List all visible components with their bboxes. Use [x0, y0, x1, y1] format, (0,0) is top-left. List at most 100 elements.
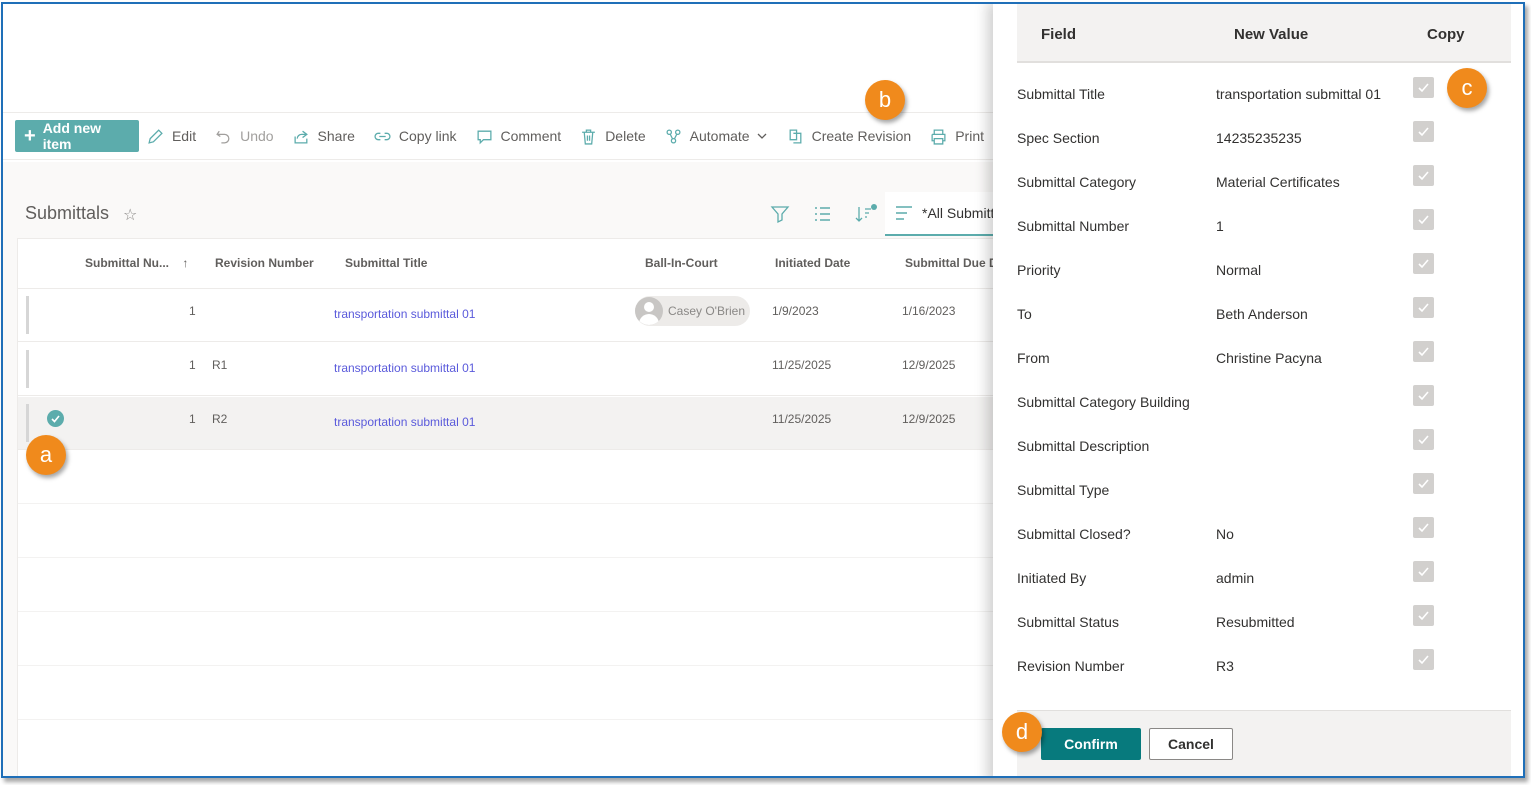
- trash-icon: [582, 128, 596, 145]
- field-row: Submittal Status Resubmitted: [1017, 605, 1511, 658]
- field-new-value: No: [1216, 526, 1234, 542]
- field-label: From: [1017, 350, 1050, 366]
- checkmark-icon: [1418, 347, 1429, 357]
- copy-checkbox[interactable]: [1413, 165, 1434, 186]
- filter-icon[interactable]: [770, 204, 790, 224]
- field-label: Submittal Status: [1017, 614, 1119, 630]
- field-row: Submittal Category Building: [1017, 385, 1511, 438]
- copy-checkbox[interactable]: [1413, 429, 1434, 450]
- undo-button[interactable]: Undo: [215, 128, 274, 145]
- field-row: Revision Number R3: [1017, 649, 1511, 702]
- field-new-value: Beth Anderson: [1216, 306, 1308, 322]
- copy-checkbox[interactable]: [1413, 121, 1434, 142]
- copy-checkbox[interactable]: [1413, 209, 1434, 230]
- checkmark-icon: [1418, 391, 1429, 401]
- share-icon: [294, 130, 308, 144]
- field-row: Submittal Type: [1017, 473, 1511, 526]
- copy-document-icon: [789, 128, 802, 144]
- favorite-star-icon[interactable]: ☆: [123, 205, 137, 225]
- copy-checkbox[interactable]: [1413, 605, 1434, 626]
- table-row[interactable]: 1 R1 transportation submittal 01 11/25/2…: [18, 343, 1008, 396]
- column-header-initiated-date[interactable]: Initiated Date: [775, 256, 850, 270]
- copy-checkbox[interactable]: [1413, 77, 1434, 98]
- callout-d: d: [1002, 712, 1042, 752]
- page-title: Submittals: [25, 203, 110, 223]
- callout-b: b: [865, 80, 905, 120]
- field-row: To Beth Anderson: [1017, 297, 1511, 350]
- comment-button[interactable]: Comment: [476, 128, 561, 145]
- field-label: Submittal Type: [1017, 482, 1110, 498]
- checkmark-icon: [1418, 479, 1429, 489]
- field-row: Submittal Title transportation submittal …: [1017, 77, 1511, 130]
- copy-checkbox[interactable]: [1413, 253, 1434, 274]
- copy-checkbox[interactable]: [1413, 297, 1434, 318]
- field-new-value: Normal: [1216, 262, 1262, 278]
- field-new-value: R3: [1216, 658, 1234, 674]
- checkmark-icon: [1418, 127, 1429, 137]
- field-row: Submittal Closed? No: [1017, 517, 1511, 570]
- share-button[interactable]: Share: [293, 128, 355, 145]
- column-header-ball-in-court[interactable]: Ball-In-Court: [645, 256, 718, 270]
- checkmark-icon: [1418, 567, 1429, 577]
- delete-button[interactable]: Delete: [580, 128, 646, 145]
- field-label: Submittal Category: [1017, 174, 1137, 190]
- checkmark-icon: [1418, 171, 1429, 181]
- column-header-revision-number[interactable]: Revision Number: [215, 256, 314, 270]
- avatar: [635, 297, 663, 325]
- create-revision-button[interactable]: Create Revision: [787, 128, 911, 145]
- title-link[interactable]: transportation submittal 01: [334, 307, 475, 321]
- panel-footer: Confirm Cancel: [1017, 710, 1511, 776]
- add-new-item-button[interactable]: + Add new item: [15, 120, 139, 152]
- checkmark-icon: [1418, 655, 1429, 665]
- column-header-submittal-due-date[interactable]: Submittal Due D: [905, 256, 998, 270]
- title-link[interactable]: transportation submittal 01: [334, 361, 475, 375]
- field-new-value: Material Certificates: [1216, 174, 1340, 190]
- app-window: + Add new item Edit Undo Share Copy link…: [1, 2, 1525, 778]
- field-new-value: admin: [1216, 570, 1255, 586]
- copy-checkbox[interactable]: [1413, 561, 1434, 582]
- field-label: Initiated By: [1017, 570, 1087, 586]
- row-selected-check-icon[interactable]: [47, 410, 64, 427]
- edit-button[interactable]: Edit: [147, 128, 196, 145]
- copy-checkbox[interactable]: [1413, 473, 1434, 494]
- copy-checkbox[interactable]: [1413, 341, 1434, 362]
- column-header-submittal-number[interactable]: Submittal Nu... ↑: [85, 256, 188, 270]
- field-row: Submittal Description: [1017, 429, 1511, 482]
- checkmark-icon: [1418, 83, 1429, 93]
- automate-button[interactable]: Automate: [665, 128, 768, 145]
- field-row: Submittal Category Material Certificates: [1017, 165, 1511, 218]
- automate-icon: [666, 128, 681, 144]
- group-by-icon[interactable]: [812, 204, 832, 224]
- field-label: Submittal Description: [1017, 438, 1150, 454]
- field-row: Spec Section 14235235235: [1017, 121, 1511, 174]
- cancel-button[interactable]: Cancel: [1149, 728, 1233, 760]
- field-new-value: Christine Pacyna: [1216, 350, 1322, 366]
- persona-chip[interactable]: Casey O'Brien: [635, 296, 750, 326]
- copy-checkbox[interactable]: [1413, 385, 1434, 406]
- print-button[interactable]: Print: [930, 128, 984, 145]
- confirm-button[interactable]: Confirm: [1041, 728, 1141, 760]
- command-bar: + Add new item Edit Undo Share Copy link…: [3, 112, 1003, 160]
- field-label: Submittal Category Building: [1017, 394, 1190, 410]
- copy-checkbox[interactable]: [1413, 649, 1434, 670]
- plus-icon: +: [24, 125, 36, 147]
- field-new-value: transportation submittal 01: [1216, 86, 1381, 102]
- field-label: Submittal Number: [1017, 218, 1130, 234]
- field-label: Submittal Closed?: [1017, 526, 1131, 542]
- table-row-selected[interactable]: 1 R2 transportation submittal 01 11/25/2…: [18, 397, 1008, 450]
- copy-checkbox[interactable]: [1413, 517, 1434, 538]
- title-link[interactable]: transportation submittal 01: [334, 415, 475, 429]
- printer-icon: [931, 128, 946, 145]
- sort-icon[interactable]: [853, 204, 877, 224]
- header-new-value: New Value: [1234, 26, 1309, 43]
- column-header-submittal-title[interactable]: Submittal Title: [345, 256, 427, 270]
- field-new-value: 14235235235: [1216, 130, 1302, 146]
- copy-link-button[interactable]: Copy link: [374, 128, 457, 145]
- field-row: Submittal Number 1: [1017, 209, 1511, 262]
- table-row[interactable]: 1 transportation submittal 01 Casey O'Br…: [18, 289, 1008, 342]
- field-label: Submittal Title: [1017, 86, 1105, 102]
- field-label: Revision Number: [1017, 658, 1125, 674]
- callout-c: c: [1447, 68, 1487, 108]
- checkmark-icon: [1418, 215, 1429, 225]
- view-selector[interactable]: *All Submitt: [885, 192, 1005, 236]
